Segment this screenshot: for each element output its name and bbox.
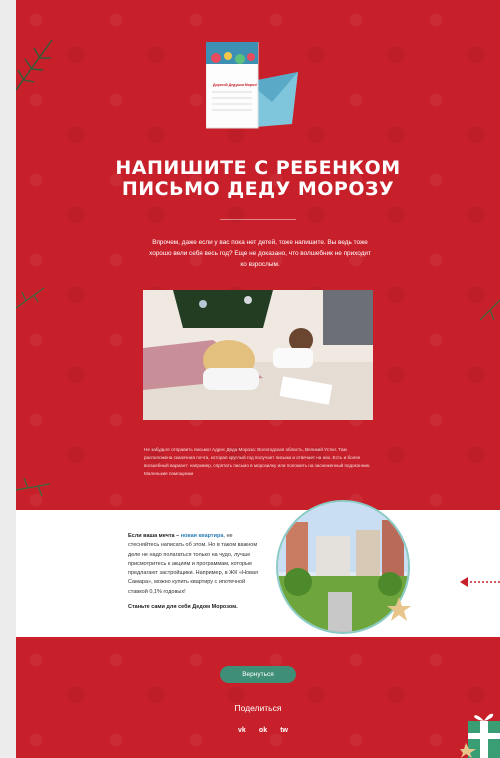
star-decoration-icon — [387, 597, 411, 621]
promo-lead: Если ваша мечта – — [128, 533, 180, 539]
pine-branch-icon — [16, 39, 53, 91]
back-button[interactable]: Вернуться — [220, 666, 296, 683]
divider — [220, 219, 296, 220]
social-icons: vk ok tw — [238, 724, 288, 736]
promo-text: Если ваша мечта – новая квартира, не сте… — [128, 532, 264, 612]
envelope-caption: Дорогой Дедушка Мороз! — [212, 83, 258, 87]
promo-body: , не стесняйтесь написать об этом. Но в … — [128, 533, 258, 595]
ok-icon[interactable]: ok — [259, 727, 267, 734]
gift-box-icon — [460, 713, 500, 758]
title-line-1: НАПИШИТЕ С РЕБЕНКОМ — [115, 157, 401, 179]
new-apartment-link[interactable]: новая квартира — [181, 533, 224, 539]
address-text: Не забудьте отправить письмо! Адрес Деда… — [144, 447, 371, 476]
children-writing-photo — [143, 290, 373, 420]
promo-cta: Станьте сами для себя Дедом Морозом. — [128, 604, 238, 611]
pine-branch-icon — [16, 477, 51, 497]
pine-branch-icon — [16, 287, 45, 309]
share-label: Поделиться — [234, 703, 282, 713]
pine-branch-icon — [480, 299, 500, 321]
intro-text: Впрочем, даже если у вас пока нет детей,… — [149, 239, 371, 268]
page-title: НАПИШИТЕ С РЕБЕНКОМ ПИСЬМО ДЕДУ МОРОЗУ — [16, 158, 500, 200]
vk-icon[interactable]: vk — [238, 727, 246, 734]
twitter-icon[interactable]: tw — [280, 727, 288, 734]
arrow-left-icon — [460, 577, 500, 587]
title-line-2: ПИСЬМО ДЕДУ МОРОЗУ — [121, 178, 395, 200]
